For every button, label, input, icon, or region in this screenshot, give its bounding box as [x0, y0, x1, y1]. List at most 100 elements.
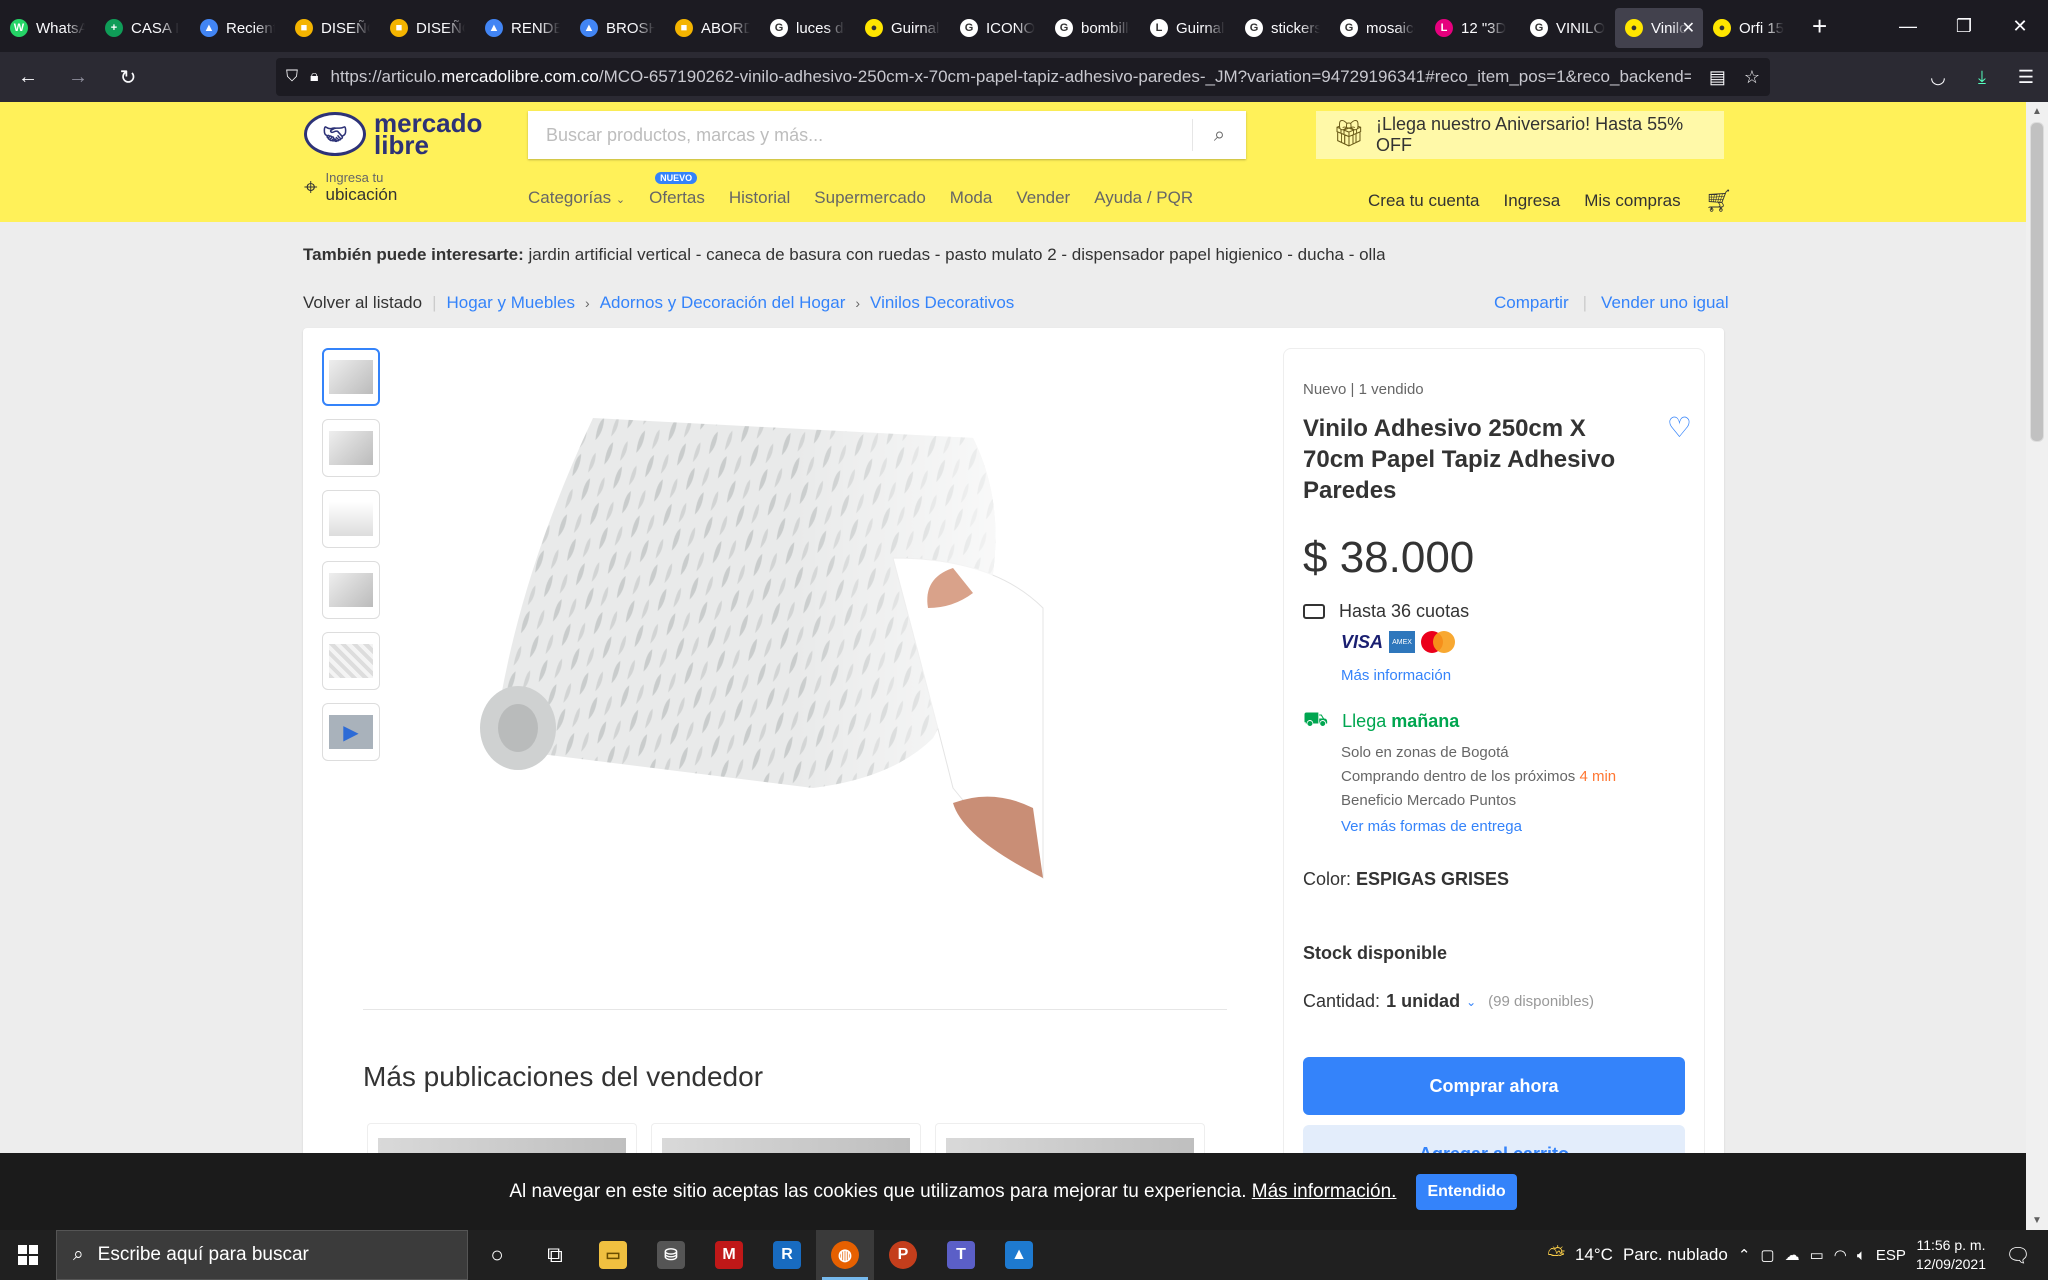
browser-tab[interactable]: + CASA I — [95, 8, 190, 48]
cookie-accept-button[interactable]: Entendido — [1416, 1173, 1517, 1210]
cortana-icon[interactable]: ○ — [468, 1230, 526, 1280]
language-indicator[interactable]: ESP — [1876, 1247, 1906, 1264]
file-explorer-icon[interactable]: ▭ — [584, 1230, 642, 1280]
back-to-list-link[interactable]: Volver al listado — [303, 293, 422, 313]
browser-tab[interactable]: ● Vinilo ✕ — [1615, 8, 1703, 48]
weather-icon[interactable]: ⛅︎ — [1547, 1242, 1565, 1268]
product-image[interactable] — [473, 408, 1143, 928]
browser-tab[interactable]: Gbombillos — [1045, 8, 1140, 48]
browser-tab[interactable]: L Guirnalda — [1140, 8, 1235, 48]
address-bar[interactable]: ⛉ 🔒︎ https://articulo.mercadolibre.com.c… — [276, 58, 1770, 96]
photos-icon[interactable]: ▲ — [990, 1230, 1048, 1280]
more-delivery-options-link[interactable]: Ver más formas de entrega — [1341, 815, 1616, 839]
create-account-link[interactable]: Crea tu cuenta — [1368, 191, 1480, 211]
download-icon[interactable]: ⤓ — [1960, 67, 2004, 88]
browser-tab[interactable]: ● Guirnalda — [855, 8, 950, 48]
windows-start-icon[interactable] — [0, 1230, 56, 1280]
breadcrumb-adornos[interactable]: Adornos y Decoración del Hogar — [600, 293, 846, 313]
browser-tab[interactable]: ▲ RENDERS — [475, 8, 570, 48]
scroll-up-icon[interactable]: ▲ — [2026, 106, 2048, 117]
page-scrollbar[interactable]: ▲ ▼ — [2026, 102, 2048, 1230]
shield-icon[interactable]: ⛉ — [286, 68, 298, 86]
search-icon[interactable]: ⌕ — [1192, 119, 1246, 151]
breadcrumb-vinilos[interactable]: Vinilos Decorativos — [870, 293, 1014, 313]
thumbnail-4[interactable] — [322, 561, 380, 619]
search-input[interactable] — [528, 111, 1192, 159]
related-searches-items[interactable]: jardin artificial vertical - caneca de b… — [524, 245, 1385, 264]
login-link[interactable]: Ingresa — [1504, 191, 1561, 211]
browser-tab[interactable]: ▲ Recientes — [190, 8, 285, 48]
browser-tab[interactable]: ▲ BROSHURE — [570, 8, 665, 48]
browser-tab[interactable]: Gmosaico — [1330, 8, 1425, 48]
meet-icon[interactable]: ▢ — [1760, 1246, 1774, 1264]
onedrive-icon[interactable]: ☁︎ — [1785, 1246, 1800, 1264]
share-link[interactable]: Compartir — [1494, 293, 1569, 313]
forward-arrow-icon[interactable]: → — [56, 59, 100, 95]
pocket-icon[interactable]: ◡ — [1916, 67, 1960, 88]
browser-tab[interactable]: ■ ABORDAJE — [665, 8, 760, 48]
thumbnail-3[interactable] — [322, 490, 380, 548]
browser-tab[interactable]: ■ DISEÑO — [380, 8, 475, 48]
store-icon[interactable]: ⛁ — [642, 1230, 700, 1280]
scrollbar-thumb[interactable] — [2030, 122, 2044, 442]
volume-icon[interactable]: 🔈︎ — [1857, 1247, 1866, 1264]
chevron-up-icon[interactable]: ⌃ — [1738, 1246, 1751, 1264]
reader-view-icon[interactable]: ▤ — [1709, 67, 1726, 88]
scroll-down-icon[interactable]: ▼ — [2026, 1215, 2048, 1226]
location-selector[interactable]: ⌖ Ingresa tu ubicación — [304, 170, 397, 205]
anniversary-promo-banner[interactable]: 🎁︎ ¡Llega nuestro Aniversario! Hasta 55%… — [1316, 111, 1724, 159]
battery-icon[interactable]: ▭ — [1810, 1246, 1824, 1264]
clock[interactable]: 11:56 p. m. 12/09/2021 — [1916, 1236, 1986, 1274]
browser-tab[interactable]: L 12 "3D — [1425, 8, 1520, 48]
wifi-icon[interactable]: ◠ — [1834, 1246, 1847, 1264]
breadcrumb-hogar[interactable]: Hogar y Muebles — [447, 293, 576, 313]
teams-icon[interactable]: T — [932, 1230, 990, 1280]
nav-vender[interactable]: Vender — [1016, 188, 1070, 208]
browser-tab[interactable]: ■ DISEÑO — [285, 8, 380, 48]
close-window-icon[interactable]: ✕ — [1992, 0, 2048, 52]
payment-more-info-link[interactable]: Más información — [1341, 667, 1451, 684]
new-tab-button[interactable]: + — [1812, 11, 1827, 42]
heart-icon[interactable]: ♡ — [1667, 411, 1692, 444]
sell-same-link[interactable]: Vender uno igual — [1601, 293, 1729, 313]
mcafee-icon[interactable]: M — [700, 1230, 758, 1280]
nav-ayuda[interactable]: Ayuda / PQR — [1094, 188, 1193, 208]
reload-icon[interactable]: ↻ — [106, 59, 150, 95]
temperature[interactable]: 14°C — [1575, 1245, 1613, 1265]
nav-historial[interactable]: Historial — [729, 188, 790, 208]
thumbnail-video[interactable]: ▶ — [322, 703, 380, 761]
nav-supermercado[interactable]: Supermercado — [814, 188, 926, 208]
cart-icon[interactable]: 🛒︎ — [1705, 188, 1733, 214]
minimize-icon[interactable]: — — [1880, 0, 1936, 52]
thumbnail-1[interactable] — [322, 348, 380, 406]
browser-tab[interactable]: W WhatsApp — [0, 8, 95, 48]
weather-text[interactable]: Parc. nublado — [1623, 1245, 1728, 1265]
nav-moda[interactable]: Moda — [950, 188, 993, 208]
bookmark-star-icon[interactable]: ☆ — [1744, 67, 1760, 88]
revit-icon[interactable]: R — [758, 1230, 816, 1280]
thumbnail-2[interactable] — [322, 419, 380, 477]
powerpoint-icon[interactable]: P — [874, 1230, 932, 1280]
nav-ofertas[interactable]: NUEVO Ofertas — [649, 172, 705, 208]
notifications-icon[interactable]: 🗨︎ — [1996, 1243, 2040, 1268]
taskbar-search[interactable]: ⌕ Escribe aquí para buscar — [56, 1230, 468, 1280]
url-text[interactable]: https://articulo.mercadolibre.com.co/MCO… — [331, 67, 1691, 87]
task-view-icon[interactable]: ⧉ — [526, 1230, 584, 1280]
quantity-selector[interactable]: Cantidad: 1 unidad ⌄ (99 disponibles) — [1303, 991, 1594, 1012]
lock-icon[interactable]: 🔒︎ — [310, 68, 319, 86]
browser-tab[interactable]: Gluces de — [760, 8, 855, 48]
browser-tab[interactable]: ● Orfi 15 — [1703, 8, 1798, 48]
back-arrow-icon[interactable]: ← — [6, 59, 50, 95]
browser-tab[interactable]: Gstickers — [1235, 8, 1330, 48]
my-purchases-link[interactable]: Mis compras — [1584, 191, 1680, 211]
close-tab-icon[interactable]: ✕ — [1682, 18, 1695, 38]
menu-icon[interactable]: ☰ — [2004, 67, 2048, 88]
firefox-icon[interactable]: ◍ — [816, 1230, 874, 1280]
nav-categorias[interactable]: Categorías ⌄ — [528, 188, 625, 208]
browser-tab[interactable]: G VINILO — [1520, 8, 1615, 48]
buy-now-button[interactable]: Comprar ahora — [1303, 1057, 1685, 1115]
browser-tab[interactable]: G ICONOS — [950, 8, 1045, 48]
restore-icon[interactable]: ❐ — [1936, 0, 1992, 52]
cookie-more-info-link[interactable]: Más información. — [1252, 1181, 1397, 1202]
thumbnail-5[interactable] — [322, 632, 380, 690]
